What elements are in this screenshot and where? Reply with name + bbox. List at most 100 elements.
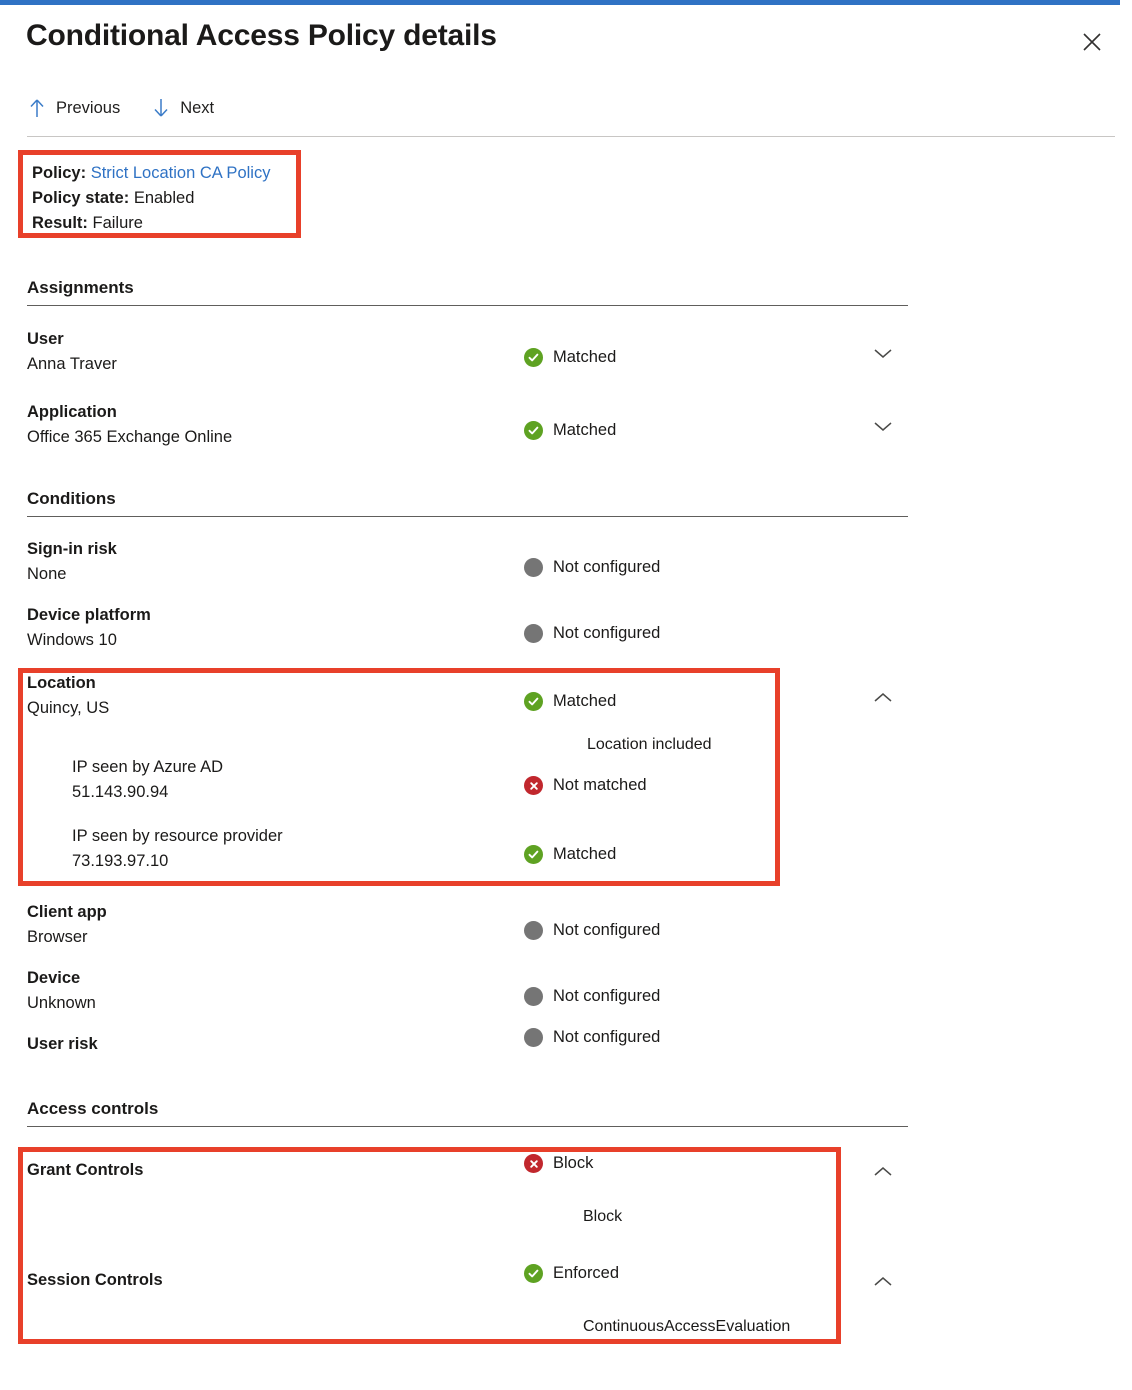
status-text: Not configured	[553, 987, 660, 1006]
command-bar-separator	[27, 136, 1115, 137]
policy-name-link[interactable]: Strict Location CA Policy	[91, 164, 271, 182]
condition-row-sign-in-risk: Sign-in risk None Not configured	[0, 540, 1132, 594]
status-text: Not matched	[553, 776, 647, 795]
status-text: Not configured	[553, 1028, 660, 1047]
row-label: Grant Controls	[27, 1161, 143, 1180]
status-badge: Matched	[524, 692, 616, 711]
dot-circle-icon	[524, 624, 543, 643]
condition-row-device: Device Unknown Not configured	[0, 969, 1132, 1023]
previous-button[interactable]: Previous	[26, 96, 122, 120]
error-circle-icon	[524, 1154, 543, 1173]
dot-circle-icon	[524, 558, 543, 577]
row-value: Anna Traver	[27, 355, 117, 374]
row-label: IP seen by resource provider	[72, 827, 283, 846]
command-bar: Previous Next	[26, 96, 216, 120]
row-label: Client app	[27, 903, 107, 922]
check-circle-icon	[524, 692, 543, 711]
row-label: Sign-in risk	[27, 540, 117, 559]
row-label: User risk	[27, 1035, 98, 1054]
status-text: Not configured	[553, 921, 660, 940]
condition-subrow-ip-resource-provider: IP seen by resource provider 73.193.97.1…	[0, 827, 1132, 881]
result-label: Result:	[32, 214, 88, 232]
assignment-row-application: Application Office 365 Exchange Online M…	[0, 403, 1132, 457]
dot-circle-icon	[524, 1028, 543, 1047]
status-text: Not configured	[553, 558, 660, 577]
arrow-down-icon	[152, 98, 170, 118]
dialog-header: Conditional Access Policy details	[0, 5, 1132, 85]
status-badge: Not configured	[524, 987, 660, 1006]
policy-label: Policy:	[32, 164, 86, 182]
status-text: Block	[553, 1154, 593, 1173]
dot-circle-icon	[524, 921, 543, 940]
session-controls-detail: ContinuousAccessEvaluation	[583, 1318, 790, 1336]
status-text: Matched	[553, 692, 616, 711]
row-label: Application	[27, 403, 117, 422]
status-badge: Block	[524, 1154, 593, 1173]
status-badge: Matched	[524, 845, 616, 864]
page-title: Conditional Access Policy details	[26, 19, 497, 53]
status-badge: Matched	[524, 421, 616, 440]
status-badge: Not configured	[524, 1028, 660, 1047]
assignment-row-user: User Anna Traver Matched	[0, 330, 1132, 384]
policy-state-label: Policy state:	[32, 189, 129, 207]
row-label: IP seen by Azure AD	[72, 758, 223, 777]
result-row: Result: Failure	[32, 211, 296, 236]
row-label: Session Controls	[27, 1271, 163, 1290]
access-control-row-session: Session Controls Enforced	[0, 1271, 1132, 1325]
status-text: Matched	[553, 845, 616, 864]
location-included-note: Location included	[587, 736, 712, 754]
check-circle-icon	[524, 1264, 543, 1283]
status-text: Matched	[553, 421, 616, 440]
close-button[interactable]	[1072, 23, 1112, 63]
check-circle-icon	[524, 421, 543, 440]
result-value: Failure	[93, 214, 143, 232]
access-control-row-grant: Grant Controls Block	[0, 1161, 1132, 1215]
section-header-conditions: Conditions	[27, 489, 908, 517]
close-icon	[1081, 31, 1103, 56]
status-badge: Not configured	[524, 921, 660, 940]
chevron-up-icon[interactable]	[868, 1267, 898, 1297]
chevron-down-icon[interactable]	[868, 411, 898, 441]
status-badge: Not configured	[524, 558, 660, 577]
chevron-up-icon[interactable]	[868, 1157, 898, 1187]
status-badge: Not configured	[524, 624, 660, 643]
row-label: User	[27, 330, 64, 349]
status-badge: Matched	[524, 348, 616, 367]
chevron-up-icon[interactable]	[868, 683, 898, 713]
condition-row-user-risk: User risk Not configured	[0, 1035, 1132, 1089]
row-value: 73.193.97.10	[72, 852, 168, 871]
chevron-down-icon[interactable]	[868, 338, 898, 368]
grant-controls-detail: Block	[583, 1208, 622, 1226]
status-badge: Not matched	[524, 776, 647, 795]
section-header-assignments: Assignments	[27, 278, 908, 306]
policy-state-value: Enabled	[134, 189, 195, 207]
section-rule	[27, 1126, 908, 1127]
policy-state-row: Policy state: Enabled	[32, 186, 296, 211]
section-title: Access controls	[27, 1099, 908, 1126]
section-title: Conditions	[27, 489, 908, 516]
row-label: Location	[27, 674, 96, 693]
row-value: 51.143.90.94	[72, 783, 168, 802]
condition-row-client-app: Client app Browser Not configured	[0, 903, 1132, 957]
row-value: Unknown	[27, 994, 96, 1013]
row-value: None	[27, 565, 66, 584]
policy-row: Policy: Strict Location CA Policy	[32, 161, 296, 186]
row-value: Browser	[27, 928, 88, 947]
section-title: Assignments	[27, 278, 908, 305]
condition-row-location: Location Quincy, US Matched	[0, 674, 1132, 728]
status-badge: Enforced	[524, 1264, 619, 1283]
policy-summary-box: Policy: Strict Location CA Policy Policy…	[18, 150, 301, 238]
next-button[interactable]: Next	[150, 96, 216, 120]
check-circle-icon	[524, 348, 543, 367]
section-header-access-controls: Access controls	[27, 1099, 908, 1127]
arrow-up-icon	[28, 98, 46, 118]
condition-subrow-ip-azure-ad: IP seen by Azure AD 51.143.90.94 Not mat…	[0, 758, 1132, 812]
section-rule	[27, 305, 908, 306]
row-label: Device platform	[27, 606, 151, 625]
status-text: Enforced	[553, 1264, 619, 1283]
section-rule	[27, 516, 908, 517]
previous-label: Previous	[56, 99, 120, 118]
error-circle-icon	[524, 776, 543, 795]
row-value: Office 365 Exchange Online	[27, 428, 232, 447]
row-label: Device	[27, 969, 80, 988]
